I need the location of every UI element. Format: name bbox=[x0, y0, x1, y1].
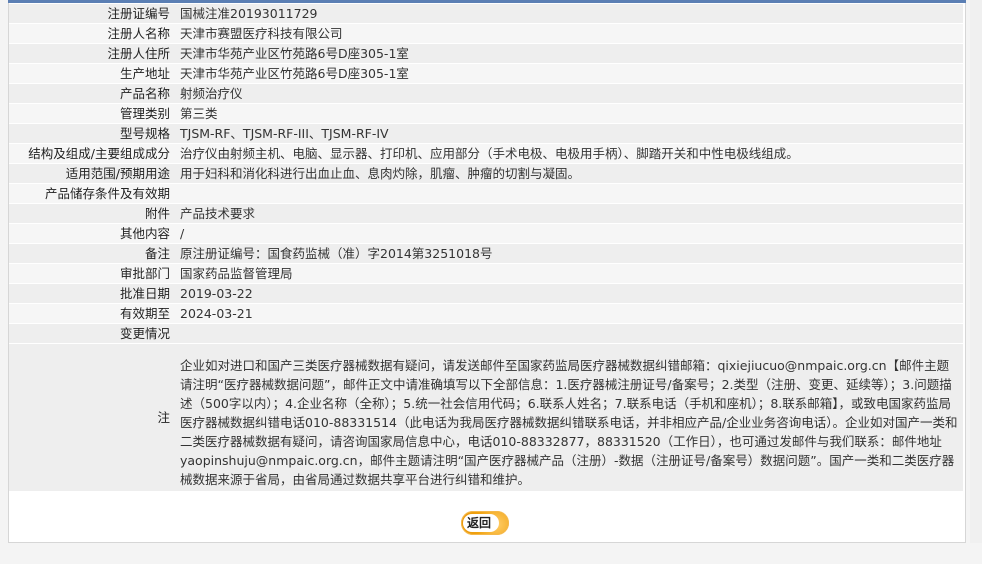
row-value: 治疗仪由射频主机、电脑、显示器、打印机、应用部分（手术电极、电极用手柄）、脚踏开… bbox=[176, 144, 963, 163]
row-value: 天津市华苑产业区竹苑路6号D座305-1室 bbox=[176, 64, 963, 83]
note-label: 注 bbox=[9, 344, 176, 491]
row-label: 备注 bbox=[9, 244, 176, 263]
row-label: 管理类别 bbox=[9, 104, 176, 123]
row-value: 天津市华苑产业区竹苑路6号D座305-1室 bbox=[176, 44, 963, 63]
table-row: 审批部门 国家药品监督管理局 bbox=[9, 264, 963, 283]
row-label: 生产地址 bbox=[9, 64, 176, 83]
row-value: 国械注准20193011729 bbox=[176, 4, 963, 23]
row-value: TJSM-RF、TJSM-RF-III、TJSM-RF-IV bbox=[176, 124, 963, 143]
row-label: 审批部门 bbox=[9, 264, 176, 283]
row-label: 产品储存条件及有效期 bbox=[9, 184, 176, 203]
row-label: 注册人名称 bbox=[9, 24, 176, 43]
detail-table: 注册证编号 国械注准20193011729 注册人名称 天津市赛盟医疗科技有限公司 … bbox=[9, 3, 963, 492]
row-label: 结构及组成/主要组成成分 bbox=[9, 144, 176, 163]
row-value: 2019-03-22 bbox=[176, 284, 963, 303]
table-row: 注册人住所 天津市华苑产业区竹苑路6号D座305-1室 bbox=[9, 44, 963, 63]
detail-table-body: 注册证编号 国械注准20193011729 注册人名称 天津市赛盟医疗科技有限公司 … bbox=[9, 4, 963, 491]
table-row: 备注 原注册证编号：国食药监械（准）字2014第3251018号 bbox=[9, 244, 963, 263]
row-value bbox=[176, 324, 963, 343]
row-label: 注册人住所 bbox=[9, 44, 176, 63]
row-label: 有效期至 bbox=[9, 304, 176, 323]
row-label: 批准日期 bbox=[9, 284, 176, 303]
row-label: 变更情况 bbox=[9, 324, 176, 343]
row-label: 注册证编号 bbox=[9, 4, 176, 23]
table-row: 有效期至 2024-03-21 bbox=[9, 304, 963, 323]
table-row: 附件 产品技术要求 bbox=[9, 204, 963, 223]
row-value: 天津市赛盟医疗科技有限公司 bbox=[176, 24, 963, 43]
row-value bbox=[176, 184, 963, 203]
note-row: 注 企业如对进口和国产三类医疗器械数据有疑问，请发送邮件至国家药监局医疗器械数据… bbox=[9, 344, 963, 491]
table-row: 生产地址 天津市华苑产业区竹苑路6号D座305-1室 bbox=[9, 64, 963, 83]
back-button[interactable]: 返回 bbox=[461, 511, 509, 535]
row-value: 第三类 bbox=[176, 104, 963, 123]
row-value: 2024-03-21 bbox=[176, 304, 963, 323]
right-gutter bbox=[970, 0, 982, 543]
table-row: 管理类别 第三类 bbox=[9, 104, 963, 123]
row-value: 产品技术要求 bbox=[176, 204, 963, 223]
row-value: 用于妇科和消化科进行出血止血、息肉灼除，肌瘤、肿瘤的切割与凝固。 bbox=[176, 164, 963, 183]
row-label: 型号规格 bbox=[9, 124, 176, 143]
row-label: 产品名称 bbox=[9, 84, 176, 103]
table-row: 型号规格 TJSM-RF、TJSM-RF-III、TJSM-RF-IV bbox=[9, 124, 963, 143]
table-row: 注册人名称 天津市赛盟医疗科技有限公司 bbox=[9, 24, 963, 43]
row-value: 国家药品监督管理局 bbox=[176, 264, 963, 283]
table-row: 其他内容 / bbox=[9, 224, 963, 243]
row-label: 其他内容 bbox=[9, 224, 176, 243]
table-row: 结构及组成/主要组成成分 治疗仪由射频主机、电脑、显示器、打印机、应用部分（手术电… bbox=[9, 144, 963, 163]
row-label: 适用范围/预期用途 bbox=[9, 164, 176, 183]
table-row: 适用范围/预期用途 用于妇科和消化科进行出血止血、息肉灼除，肌瘤、肿瘤的切割与凝固… bbox=[9, 164, 963, 183]
row-value: / bbox=[176, 224, 963, 243]
table-row: 产品储存条件及有效期 bbox=[9, 184, 963, 203]
row-label: 附件 bbox=[9, 204, 176, 223]
back-button-wrap: 返回 bbox=[461, 511, 511, 537]
table-row: 注册证编号 国械注准20193011729 bbox=[9, 4, 963, 23]
note-text: 企业如对进口和国产三类医疗器械数据有疑问，请发送邮件至国家药监局医疗器械数据纠错… bbox=[176, 344, 963, 491]
table-row: 批准日期 2019-03-22 bbox=[9, 284, 963, 303]
table-row: 产品名称 射频治疗仪 bbox=[9, 84, 963, 103]
row-value: 射频治疗仪 bbox=[176, 84, 963, 103]
back-button-label: 返回 bbox=[466, 516, 491, 530]
row-value: 原注册证编号：国食药监械（准）字2014第3251018号 bbox=[176, 244, 963, 263]
table-row: 变更情况 bbox=[9, 324, 963, 343]
